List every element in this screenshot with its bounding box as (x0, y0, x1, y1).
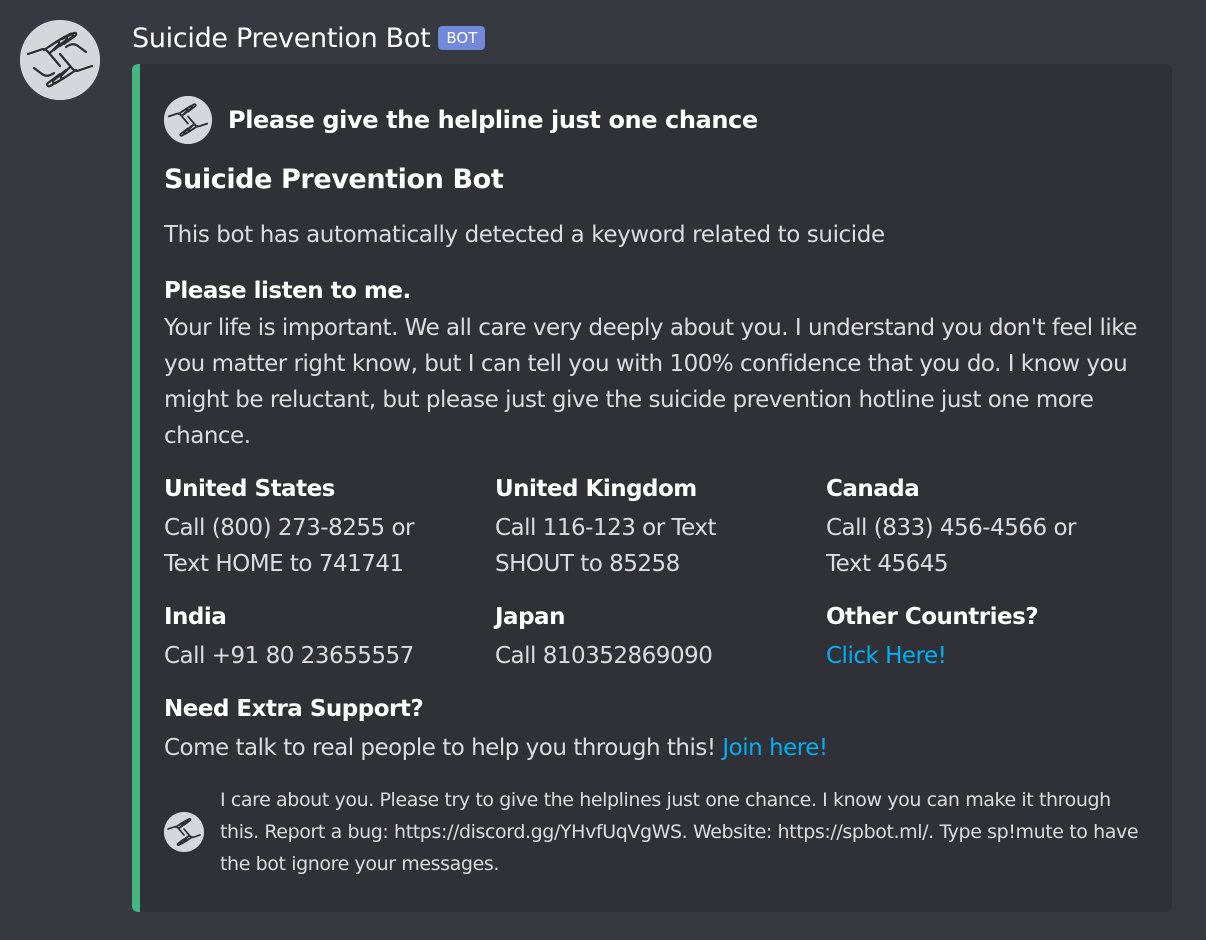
field-value: Call 810352869090 (495, 643, 713, 669)
field-united-kingdom: United Kingdom Call 116-123 or Text SHOU… (495, 474, 795, 582)
field-please-listen: Please listen to me. Your life is import… (164, 276, 1154, 454)
field-other-countries: Other Countries? Click Here! (826, 602, 1126, 674)
field-name: India (164, 604, 227, 630)
other-countries-link[interactable]: Click Here! (826, 643, 947, 669)
embed-description: This bot has automatically detected a ke… (164, 222, 885, 248)
footer-avatar (164, 812, 204, 852)
support-text: Come talk to real people to help you thr… (164, 735, 716, 761)
embed-title: Suicide Prevention Bot (164, 164, 504, 195)
field-name: Need Extra Support? (164, 696, 424, 722)
field-name: Japan (495, 604, 565, 630)
field-name: Please listen to me. (164, 278, 411, 304)
bot-tag-badge: BOT (438, 26, 486, 50)
embed-author: Please give the helpline just one chance (164, 96, 758, 144)
join-here-link[interactable]: Join here! (722, 735, 828, 761)
field-value: Come talk to real people to help you thr… (164, 730, 1154, 766)
helping-hands-icon (20, 20, 100, 100)
field-name: United States (164, 476, 335, 502)
field-name: Other Countries? (826, 604, 1039, 630)
bot-avatar[interactable] (20, 20, 100, 100)
embed-card: Please give the helpline just one chance… (132, 64, 1172, 912)
field-india: India Call +91 80 23655557 (164, 602, 464, 674)
field-japan: Japan Call 810352869090 (495, 602, 795, 674)
helping-hands-icon (164, 812, 204, 852)
field-value: Your life is important. We all care very… (164, 315, 1137, 449)
field-name: Canada (826, 476, 920, 502)
field-united-states: United States Call (800) 273-8255 or Tex… (164, 474, 464, 582)
chat-message: Suicide Prevention Bot BOT Please give t… (0, 0, 1206, 940)
embed-footer: I care about you. Please try to give the… (164, 784, 1154, 880)
field-canada: Canada Call (833) 456-4566 or Text 45645 (826, 474, 1126, 582)
field-value: Call (800) 273-8255 or Text HOME to 7417… (164, 515, 414, 577)
field-value: Call (833) 456-4566 or Text 45645 (826, 515, 1076, 577)
field-extra-support: Need Extra Support? Come talk to real pe… (164, 694, 1154, 766)
embed-author-name: Please give the helpline just one chance (228, 106, 758, 134)
bot-username[interactable]: Suicide Prevention Bot (132, 23, 431, 54)
message-header: Suicide Prevention Bot BOT (132, 18, 486, 58)
field-value: Call +91 80 23655557 (164, 643, 414, 669)
field-value: Click Here! (826, 638, 1126, 674)
field-name: United Kingdom (495, 476, 697, 502)
footer-text: I care about you. Please try to give the… (220, 789, 1139, 875)
embed-author-avatar (164, 96, 212, 144)
helping-hands-icon (164, 96, 212, 144)
field-value: Call 116-123 or Text SHOUT to 85258 (495, 515, 717, 577)
